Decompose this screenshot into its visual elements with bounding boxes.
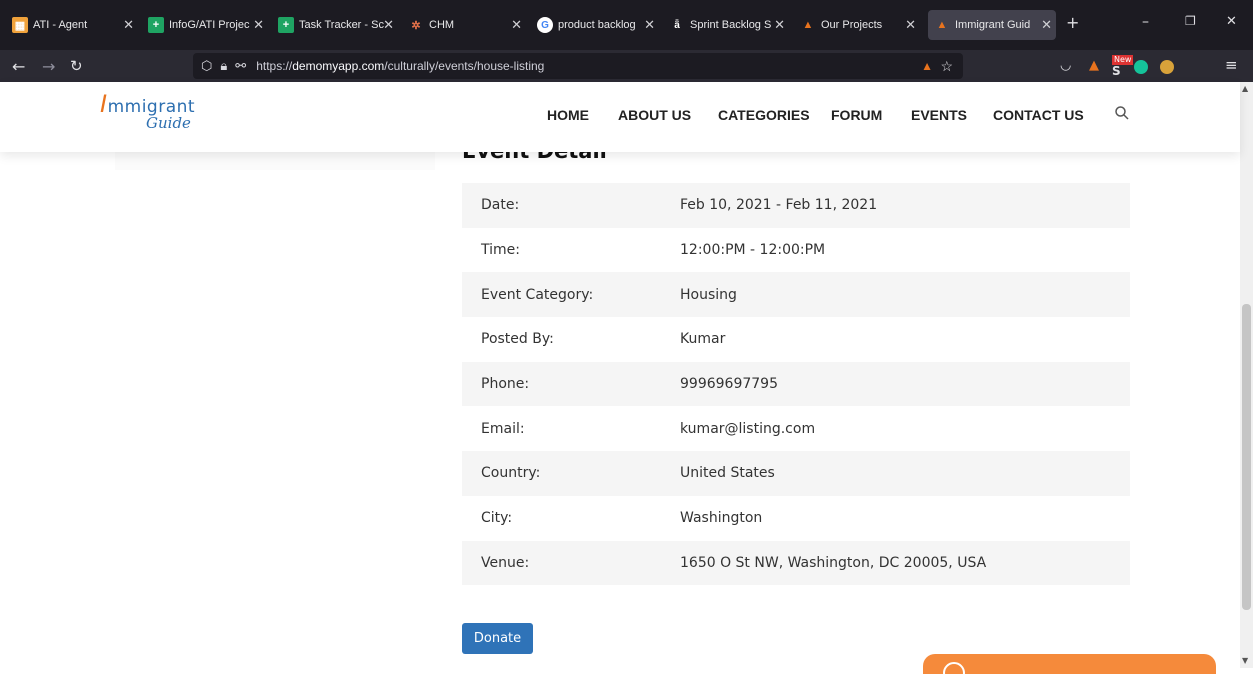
menu-icon[interactable]: ≡ bbox=[1225, 56, 1238, 74]
grid-icon: ▦ bbox=[12, 17, 28, 33]
row-value: Feb 10, 2021 - Feb 11, 2021 bbox=[680, 197, 878, 214]
bookmark-star-icon[interactable]: ☆ bbox=[940, 58, 953, 75]
tab-chm[interactable]: ✲ CHM ✕ bbox=[408, 10, 526, 40]
tab-sprint-backlog[interactable]: ǟ Sprint Backlog S ✕ bbox=[669, 10, 789, 40]
url-text: https://demomyapp.com/culturally/events/… bbox=[256, 59, 545, 73]
site-icon: ▲ bbox=[802, 19, 814, 31]
table-row-time: Time: 12:00:PM - 12:00:PM bbox=[462, 228, 1130, 273]
row-key: City: bbox=[481, 510, 513, 527]
tab-task-tracker[interactable]: + Task Tracker - Sc ✕ bbox=[278, 10, 398, 40]
tab-label: Our Projects bbox=[821, 19, 883, 31]
table-row-phone: Phone: 99969697795 bbox=[462, 361, 1130, 407]
close-icon[interactable]: ✕ bbox=[511, 17, 522, 33]
restore-icon[interactable]: ❐ bbox=[1185, 14, 1196, 28]
row-key: Time: bbox=[481, 242, 520, 259]
minimize-icon[interactable]: – bbox=[1142, 14, 1149, 30]
row-value: Washington bbox=[680, 510, 763, 527]
row-value: kumar@listing.com bbox=[680, 420, 816, 437]
chm-icon: ✲ bbox=[411, 19, 421, 32]
row-value: United States bbox=[680, 465, 775, 482]
browser-toolbar: ← → ↻ ⬡ 🔒︎ ⚯ https://demomyapp.com/cultu… bbox=[0, 50, 1253, 82]
table-row-posted-by: Posted By: Kumar bbox=[462, 317, 1130, 362]
site-extension-icon[interactable]: ▲ bbox=[921, 59, 933, 73]
sheets-icon: + bbox=[278, 17, 294, 33]
sidebar-panel bbox=[115, 152, 435, 170]
row-key: Event Category: bbox=[481, 286, 594, 303]
reload-icon[interactable]: ↻ bbox=[70, 57, 83, 75]
close-icon[interactable]: ✕ bbox=[123, 17, 134, 33]
row-key: Country: bbox=[481, 465, 541, 482]
tab-ati-agent[interactable]: ▦ ATI - Agent ✕ bbox=[12, 10, 138, 40]
scroll-down-icon[interactable]: ▼ bbox=[1242, 656, 1248, 665]
tab-product-backlog[interactable]: G product backlog ✕ bbox=[537, 10, 659, 40]
close-icon[interactable]: ✕ bbox=[253, 17, 264, 33]
chat-widget[interactable] bbox=[923, 654, 1216, 684]
tab-label: Immigrant Guid bbox=[955, 19, 1031, 31]
table-row-venue: Venue: 1650 O St NW, Washington, DC 2000… bbox=[462, 540, 1130, 586]
close-icon[interactable]: ✕ bbox=[644, 17, 655, 33]
row-key: Email: bbox=[481, 420, 525, 437]
nav-categories[interactable]: CATEGORIES bbox=[718, 107, 810, 123]
extension-icon[interactable]: ▲ bbox=[1089, 58, 1099, 73]
table-row-country: Country: United States bbox=[462, 451, 1130, 496]
tab-label: CHM bbox=[429, 19, 455, 31]
row-value: 12:00:PM - 12:00:PM bbox=[680, 242, 826, 259]
extension-new-icon[interactable]: New S bbox=[1112, 55, 1134, 77]
permissions-icon[interactable]: ⚯ bbox=[235, 58, 246, 74]
tab-infog[interactable]: + InfoG/ATI Projec ✕ bbox=[148, 10, 268, 40]
tab-immigrant-guide[interactable]: ▲ Immigrant Guid ✕ bbox=[928, 10, 1056, 40]
nav-contact-us[interactable]: CONTACT US bbox=[993, 107, 1084, 123]
window-close-icon[interactable]: ✕ bbox=[1226, 14, 1237, 29]
row-value: 1650 O St NW, Washington, DC 20005, USA bbox=[680, 554, 987, 571]
scroll-up-icon[interactable]: ▲ bbox=[1242, 84, 1248, 93]
tab-label: product backlog bbox=[558, 19, 636, 31]
tab-label: Task Tracker - Sc bbox=[299, 19, 384, 31]
tab-label: ATI - Agent bbox=[33, 19, 88, 31]
row-key: Venue: bbox=[481, 554, 530, 571]
search-icon[interactable] bbox=[1113, 104, 1131, 122]
scrollbar-thumb[interactable] bbox=[1242, 304, 1251, 610]
sprint-icon: ǟ bbox=[674, 19, 680, 31]
grammarly-icon[interactable] bbox=[1134, 60, 1148, 74]
table-row-email: Email: kumar@listing.com bbox=[462, 406, 1130, 451]
close-icon[interactable]: ✕ bbox=[905, 17, 916, 33]
close-icon[interactable]: ✕ bbox=[383, 17, 394, 33]
pocket-icon[interactable]: ◡ bbox=[1060, 58, 1071, 73]
forward-icon[interactable]: → bbox=[42, 57, 55, 76]
close-icon[interactable]: ✕ bbox=[774, 17, 785, 33]
back-icon[interactable]: ← bbox=[12, 57, 25, 76]
row-key: Posted By: bbox=[481, 331, 554, 348]
browser-tab-bar: ▦ ATI - Agent ✕ + InfoG/ATI Projec ✕ + T… bbox=[0, 0, 1253, 50]
site-logo[interactable]: Immigrant Guide bbox=[100, 90, 195, 132]
tab-label: Sprint Backlog S bbox=[690, 19, 772, 31]
new-tab-icon[interactable]: + bbox=[1066, 13, 1079, 32]
event-detail-table: Date: Feb 10, 2021 - Feb 11, 2021 Time: … bbox=[462, 183, 1130, 586]
tab-our-projects[interactable]: ▲ Our Projects ✕ bbox=[800, 10, 920, 40]
nav-about-us[interactable]: ABOUT US bbox=[618, 107, 691, 123]
table-row-date: Date: Feb 10, 2021 - Feb 11, 2021 bbox=[462, 183, 1130, 228]
row-value: Kumar bbox=[680, 331, 726, 348]
profile-icon[interactable] bbox=[1160, 60, 1174, 74]
sheets-icon: + bbox=[148, 17, 164, 33]
donate-button[interactable]: Donate bbox=[462, 623, 533, 654]
site-icon: ▲ bbox=[936, 19, 948, 31]
table-row-city: City: Washington bbox=[462, 496, 1130, 541]
close-icon[interactable]: ✕ bbox=[1041, 17, 1052, 33]
site-header: Immigrant Guide HOME ABOUT US CATEGORIES… bbox=[0, 82, 1240, 152]
chat-icon bbox=[943, 662, 965, 684]
nav-home[interactable]: HOME bbox=[547, 107, 589, 123]
lock-icon[interactable]: 🔒︎ bbox=[220, 58, 227, 74]
row-key: Phone: bbox=[481, 376, 530, 393]
table-row-category: Event Category: Housing bbox=[462, 272, 1130, 318]
row-value: Housing bbox=[680, 286, 737, 303]
row-key: Date: bbox=[481, 197, 520, 214]
row-value: 99969697795 bbox=[680, 376, 778, 393]
shield-icon[interactable]: ⬡ bbox=[201, 58, 212, 74]
tab-label: InfoG/ATI Projec bbox=[169, 19, 250, 31]
address-bar[interactable]: ⬡ 🔒︎ ⚯ https://demomyapp.com/culturally/… bbox=[193, 53, 963, 79]
nav-events[interactable]: EVENTS bbox=[911, 107, 967, 123]
nav-forum[interactable]: FORUM bbox=[831, 107, 882, 123]
page-scrollbar[interactable]: ▲ ▼ bbox=[1240, 82, 1253, 668]
google-icon: G bbox=[537, 17, 553, 33]
